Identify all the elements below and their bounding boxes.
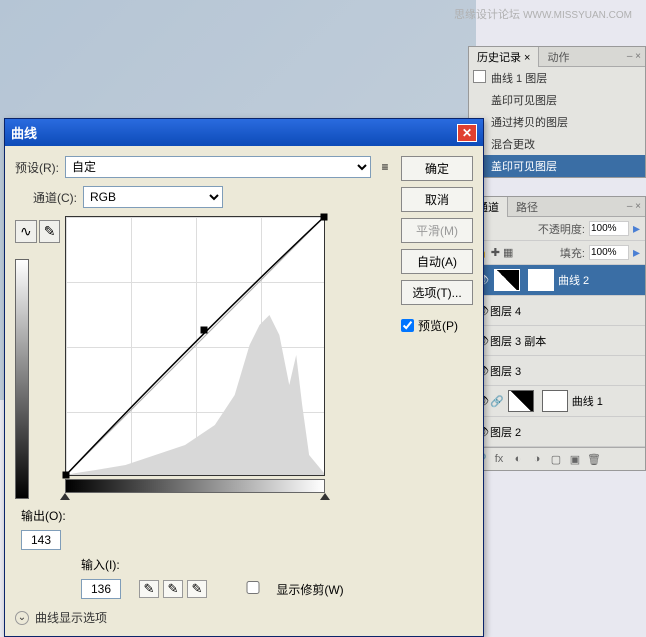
- history-tabbar: 历史记录 × 动作 – ×: [469, 47, 645, 67]
- curve-line: [66, 217, 324, 475]
- preset-label: 预设(R):: [15, 159, 59, 176]
- preset-select[interactable]: 自定: [65, 156, 371, 178]
- chevron-down-icon[interactable]: ⌄: [15, 611, 29, 625]
- layers-panel: 通道 路径 – × ▾ 不透明度: ▸ 🔒 ✚ ▦ 填充: ▸ 👁曲线 2 👁图…: [468, 196, 646, 471]
- curve-point[interactable]: [321, 214, 328, 221]
- mask-thumb-icon: [528, 269, 554, 291]
- mask-icon[interactable]: ◐: [510, 451, 526, 467]
- history-item[interactable]: 混合更改: [469, 133, 645, 155]
- watermark: 思缘设计论坛 WWW.MISSYUAN.COM: [454, 6, 632, 22]
- pencil-tool-button[interactable]: ✎: [39, 220, 61, 243]
- panel-close-icon[interactable]: – ×: [623, 51, 645, 62]
- layer-row[interactable]: 👁图层 3: [469, 356, 645, 386]
- adjustment-thumb-icon: [508, 390, 534, 412]
- layers-footer: 🔗 fx ◐ ◑ ▢ ▣ 🗑: [469, 447, 645, 470]
- layers-list: 👁曲线 2 👁图层 4 👁图层 3 副本 👁图层 3 👁🔗曲线 1 👁图层 2: [469, 265, 645, 447]
- new-layer-icon[interactable]: ▣: [567, 451, 583, 467]
- dialog-title: 曲线: [11, 123, 37, 142]
- fill-row: 🔒 ✚ ▦ 填充: ▸: [469, 241, 645, 265]
- opacity-input[interactable]: [589, 221, 629, 236]
- white-dropper-icon[interactable]: ✎: [187, 580, 207, 598]
- curves-dialog: 曲线 ✕ 预设(R): 自定 ≡ 通道(C): RGB ∿ ✎: [4, 118, 484, 637]
- history-item[interactable]: 曲线 1 图层: [469, 67, 645, 89]
- titlebar[interactable]: 曲线 ✕: [5, 119, 483, 146]
- options-button[interactable]: 选项(T)...: [401, 280, 473, 305]
- channel-select[interactable]: RGB: [83, 186, 223, 208]
- smooth-button: 平滑(M): [401, 218, 473, 243]
- output-input[interactable]: [21, 530, 61, 550]
- panel-close-icon[interactable]: – ×: [623, 201, 645, 212]
- watermark-text: 思缘设计论坛: [454, 9, 520, 21]
- arrow-icon[interactable]: ▸: [633, 220, 640, 237]
- curve-tool-button[interactable]: ∿: [15, 220, 37, 243]
- mask-thumb-icon: [542, 390, 568, 412]
- watermark-url: WWW.MISSYUAN.COM: [523, 10, 632, 21]
- trash-icon[interactable]: 🗑: [586, 451, 602, 467]
- link-icon[interactable]: 🔗: [490, 395, 504, 408]
- input-input[interactable]: [81, 579, 121, 599]
- history-item[interactable]: 盖印可见图层: [469, 89, 645, 111]
- opacity-label: 不透明度:: [538, 221, 585, 237]
- history-list: 曲线 1 图层 盖印可见图层 通过拷贝的图层 混合更改 盖印可见图层: [469, 67, 645, 177]
- curve-point[interactable]: [63, 472, 70, 479]
- close-button[interactable]: ✕: [457, 124, 477, 142]
- white-slider[interactable]: [320, 493, 330, 500]
- layer-name: 图层 3: [490, 363, 521, 379]
- curve-graph[interactable]: [65, 216, 325, 476]
- preset-menu-icon[interactable]: ≡: [377, 159, 393, 175]
- curve-display-options[interactable]: 曲线显示选项: [35, 609, 107, 626]
- layer-name: 图层 2: [490, 424, 521, 440]
- black-slider[interactable]: [60, 493, 70, 500]
- layer-name: 曲线 2: [558, 272, 589, 288]
- layer-row[interactable]: 👁曲线 2: [469, 265, 645, 296]
- preview-checkbox[interactable]: 预览(P): [401, 317, 473, 334]
- tab-paths[interactable]: 路径: [508, 197, 546, 217]
- layer-row[interactable]: 👁图层 3 副本: [469, 326, 645, 356]
- gray-dropper-icon[interactable]: ✎: [163, 580, 183, 598]
- layer-name: 图层 3 副本: [490, 333, 546, 349]
- layer-row[interactable]: 👁图层 2: [469, 417, 645, 447]
- input-gradient: [65, 479, 325, 493]
- opacity-row: ▾ 不透明度: ▸: [469, 217, 645, 241]
- fx-icon[interactable]: fx: [491, 451, 507, 467]
- curve-point[interactable]: [200, 327, 207, 334]
- output-label: 输出(O):: [21, 507, 66, 524]
- fill-label: 填充:: [560, 245, 585, 261]
- folder-icon[interactable]: ▢: [548, 451, 564, 467]
- auto-button[interactable]: 自动(A): [401, 249, 473, 274]
- history-panel: 历史记录 × 动作 – × 曲线 1 图层 盖印可见图层 通过拷贝的图层 混合更…: [468, 46, 646, 178]
- output-gradient: [15, 259, 29, 499]
- layer-name: 图层 4: [490, 303, 521, 319]
- adjustment-icon[interactable]: ◑: [529, 451, 545, 467]
- layer-row[interactable]: 👁图层 4: [469, 296, 645, 326]
- tab-actions[interactable]: 动作: [539, 47, 577, 67]
- history-item[interactable]: 盖印可见图层: [469, 155, 645, 177]
- cancel-button[interactable]: 取消: [401, 187, 473, 212]
- ok-button[interactable]: 确定: [401, 156, 473, 181]
- input-label: 输入(I):: [81, 556, 120, 573]
- preview-check[interactable]: [401, 319, 414, 332]
- layer-row[interactable]: 👁🔗曲线 1: [469, 386, 645, 417]
- black-dropper-icon[interactable]: ✎: [139, 580, 159, 598]
- tab-history[interactable]: 历史记录 ×: [469, 47, 539, 67]
- history-item[interactable]: 通过拷贝的图层: [469, 111, 645, 133]
- fill-input[interactable]: [589, 245, 629, 260]
- show-clip-checkbox[interactable]: 显示修剪(W): [233, 581, 344, 598]
- channel-label: 通道(C):: [33, 189, 77, 206]
- arrow-icon[interactable]: ▸: [633, 244, 640, 261]
- layers-tabbar: 通道 路径 – ×: [469, 197, 645, 217]
- adjustment-thumb-icon: [494, 269, 520, 291]
- layer-name: 曲线 1: [572, 393, 603, 409]
